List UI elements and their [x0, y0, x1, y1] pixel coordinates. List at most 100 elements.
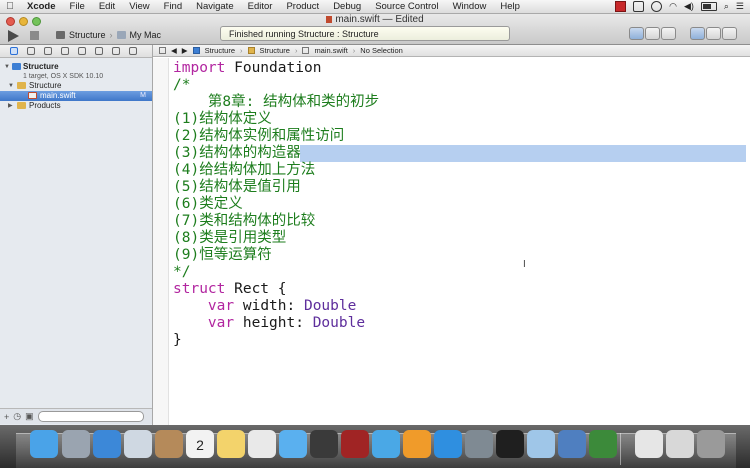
apple-menu-icon[interactable]: : [0, 1, 20, 12]
menu-editor[interactable]: Editor: [241, 1, 280, 12]
code-line-10[interactable]: (7)类和结构体的比较: [173, 213, 315, 230]
menu-source-control[interactable]: Source Control: [368, 1, 445, 12]
menu-view[interactable]: View: [122, 1, 156, 12]
code-line-5[interactable]: (2)结构体实例和属性访问: [173, 128, 344, 145]
ime-icon[interactable]: [633, 1, 645, 12]
report-navigator-tab-icon[interactable]: [129, 47, 137, 55]
scheme-target[interactable]: Structure: [69, 30, 106, 40]
menu-find[interactable]: Find: [157, 1, 189, 12]
forward-icon[interactable]: ▶: [182, 46, 188, 55]
menu-xcode[interactable]: Xcode: [20, 1, 63, 12]
disclosure-closed-icon[interactable]: ▶: [8, 101, 13, 111]
menu-edit[interactable]: Edit: [92, 1, 122, 12]
menu-file[interactable]: File: [63, 1, 92, 12]
notes-icon[interactable]: [217, 430, 245, 458]
code-line-9[interactable]: (6)类定义: [173, 196, 243, 213]
notification-center-icon[interactable]: ☰: [736, 1, 744, 12]
messages-icon[interactable]: [279, 430, 307, 458]
symbol-navigator-tab-icon[interactable]: [27, 47, 35, 55]
back-icon[interactable]: ◀: [171, 46, 177, 55]
wifi-icon[interactable]: ◠: [669, 1, 677, 12]
clock-icon[interactable]: ◷: [13, 411, 21, 422]
terminal-icon[interactable]: [496, 430, 524, 458]
app-store-icon[interactable]: [434, 430, 462, 458]
code-line-15[interactable]: var width: Double: [173, 298, 356, 315]
code-line-1[interactable]: import Foundation: [173, 60, 321, 77]
assistant-editor-button[interactable]: [645, 27, 660, 40]
menu-debug[interactable]: Debug: [326, 1, 368, 12]
reminders-icon[interactable]: [248, 430, 276, 458]
code-line-14[interactable]: struct Rect {: [173, 281, 287, 298]
finder-icon[interactable]: [30, 430, 58, 458]
volume-icon[interactable]: ◀): [684, 1, 694, 12]
run-button[interactable]: [8, 30, 19, 42]
breadcrumb-symbol[interactable]: No Selection: [360, 46, 403, 55]
contacts-icon[interactable]: [155, 430, 183, 458]
spotlight-icon[interactable]: ⌕: [724, 1, 729, 12]
breakpoint-navigator-tab-icon[interactable]: [112, 47, 120, 55]
code-line-3[interactable]: 第8章: 结构体和类的初步: [173, 94, 379, 111]
facetime-icon[interactable]: [310, 430, 338, 458]
scm-filter-icon[interactable]: ▣: [25, 411, 34, 422]
preview-icon[interactable]: [527, 430, 555, 458]
code-line-12[interactable]: (9)恒等运算符: [173, 247, 272, 264]
filter-input[interactable]: [37, 411, 144, 422]
xcode-icon[interactable]: [558, 430, 586, 458]
file-row-main-swift[interactable]: main.swift M: [0, 91, 152, 101]
project-navigator-tab-icon[interactable]: [10, 47, 18, 55]
safari-icon[interactable]: [93, 430, 121, 458]
version-editor-button[interactable]: [661, 27, 676, 40]
breadcrumb-file[interactable]: main.swift: [314, 46, 347, 55]
scheme-destination[interactable]: My Mac: [130, 30, 162, 40]
code-line-17[interactable]: }: [173, 332, 182, 349]
toggle-navigator-button[interactable]: [690, 27, 705, 40]
project-row[interactable]: ▼ Structure: [0, 62, 152, 72]
add-icon[interactable]: +: [4, 412, 9, 422]
breadcrumb-project[interactable]: Structure: [205, 46, 235, 55]
mail-icon[interactable]: [124, 430, 152, 458]
code-line-2[interactable]: /*: [173, 77, 190, 94]
documents-icon[interactable]: [635, 430, 663, 458]
launchpad-icon[interactable]: [62, 430, 90, 458]
code-line-6[interactable]: (3)结构体的构造器: [173, 145, 301, 162]
breadcrumb-group[interactable]: Structure: [260, 46, 290, 55]
disclosure-open-icon[interactable]: ▼: [4, 62, 10, 72]
code-line-13[interactable]: */: [173, 264, 190, 281]
products-row[interactable]: ▶ Products: [0, 101, 152, 111]
group-row[interactable]: ▼ Structure: [0, 81, 152, 91]
source-editor[interactable]: import Foundation /* 第8章: 结构体和类的初步 (1)结构…: [153, 58, 750, 425]
menu-help[interactable]: Help: [493, 1, 527, 12]
toggle-utilities-button[interactable]: [722, 27, 737, 40]
time-machine-icon[interactable]: [651, 1, 663, 12]
system-preferences-icon[interactable]: [465, 430, 493, 458]
scheme-selector[interactable]: Structure › My Mac: [56, 28, 161, 41]
itunes-icon[interactable]: [372, 430, 400, 458]
menu-window[interactable]: Window: [446, 1, 494, 12]
code-line-7[interactable]: (4)给结构体加上方法: [173, 162, 315, 179]
standard-editor-button[interactable]: [629, 27, 644, 40]
ibooks-icon[interactable]: [403, 430, 431, 458]
menu-navigate[interactable]: Navigate: [189, 1, 241, 12]
camtasia-icon[interactable]: [589, 430, 617, 458]
battery-icon[interactable]: [700, 2, 717, 11]
issue-navigator-tab-icon[interactable]: [61, 47, 69, 55]
related-items-icon[interactable]: [159, 47, 166, 54]
code-line-11[interactable]: (8)类是引用类型: [173, 230, 286, 247]
line-gutter[interactable]: [153, 58, 169, 425]
code-line-8[interactable]: (5)结构体是值引用: [173, 179, 301, 196]
debug-navigator-tab-icon[interactable]: [95, 47, 103, 55]
find-navigator-tab-icon[interactable]: [44, 47, 52, 55]
toggle-debug-area-button[interactable]: [706, 27, 721, 40]
menu-product[interactable]: Product: [279, 1, 326, 12]
photo-booth-icon[interactable]: [341, 430, 369, 458]
downloads-icon[interactable]: [666, 430, 694, 458]
trash-icon[interactable]: [697, 430, 725, 458]
disclosure-open-icon[interactable]: ▼: [8, 81, 14, 91]
stop-button[interactable]: [30, 31, 39, 40]
test-navigator-tab-icon[interactable]: [78, 47, 86, 55]
code-line-4[interactable]: (1)结构体定义: [173, 111, 272, 128]
mac-icon: [116, 30, 126, 39]
calendar-icon[interactable]: 2: [186, 430, 214, 458]
code-line-16[interactable]: var height: Double: [173, 315, 365, 332]
recording-icon[interactable]: [615, 1, 627, 12]
